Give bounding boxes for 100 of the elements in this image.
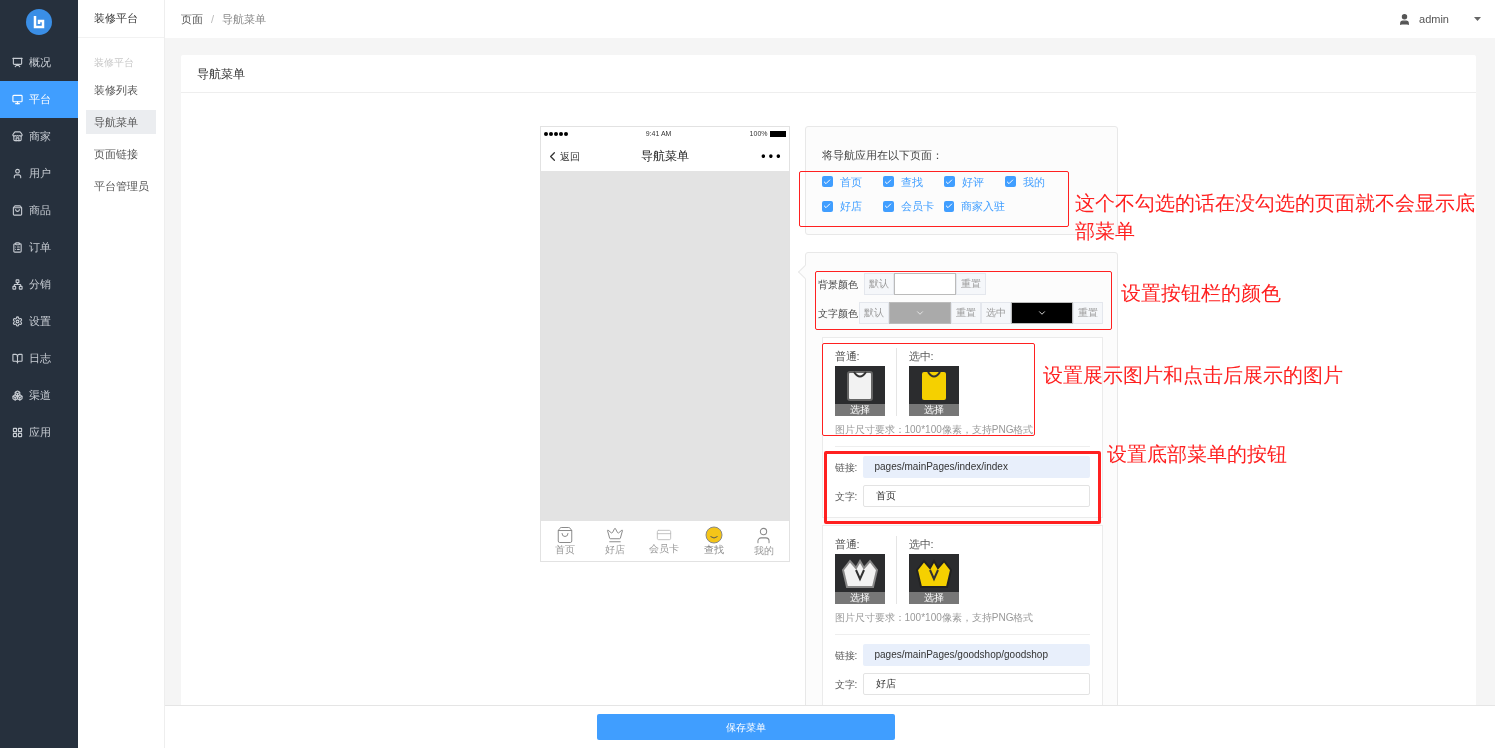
text-field[interactable]: 首页 xyxy=(862,485,1090,507)
user-icon xyxy=(12,168,23,179)
page-checkbox[interactable]: 我的 xyxy=(1004,173,1066,190)
phone-tab[interactable]: 查找 xyxy=(692,526,737,556)
page-checkbox[interactable]: 好评 xyxy=(943,173,1005,190)
page-checkbox[interactable]: 好店 xyxy=(821,198,883,215)
crown-icon xyxy=(605,526,624,544)
checkbox-icon xyxy=(821,200,833,212)
page-checkbox[interactable]: 查找 xyxy=(882,173,944,190)
phone-tab[interactable]: 好店 xyxy=(592,526,637,556)
image-picker[interactable]: 选择 xyxy=(908,554,959,604)
user-name[interactable]: admin xyxy=(1419,10,1449,28)
bag-icon xyxy=(556,526,575,544)
book-icon xyxy=(12,353,23,364)
more-button[interactable]: • • • xyxy=(724,147,785,165)
text-label: 文字: xyxy=(834,677,859,692)
user-icon xyxy=(1398,12,1412,26)
chart-icon xyxy=(12,57,23,68)
selected-label: 选中: xyxy=(908,537,935,552)
checkbox-icon xyxy=(1004,176,1016,188)
sidebar-item[interactable]: 日志 xyxy=(0,340,78,377)
color-label: 文字颜色 xyxy=(816,306,859,321)
checkbox-icon xyxy=(882,200,894,212)
color-swatch[interactable] xyxy=(888,302,951,324)
dropdown-caret-icon[interactable] xyxy=(1474,17,1481,21)
battery-icon xyxy=(769,131,786,137)
sidebar-item[interactable]: 商家 xyxy=(0,118,78,155)
smiley-icon xyxy=(705,526,724,544)
subnav-item[interactable]: 平台管理员 xyxy=(86,174,156,198)
color-swatch[interactable] xyxy=(893,273,956,295)
grid-icon xyxy=(12,427,23,438)
size-hint: 图片尺寸要求：100*100像素，支持PNG格式 xyxy=(834,423,1035,437)
card-icon xyxy=(656,527,673,543)
annotation-note: 设置按钮栏的颜色 xyxy=(1120,281,1282,306)
checkbox-icon xyxy=(882,176,894,188)
image-picker[interactable]: 选择 xyxy=(834,366,885,416)
subnav-item[interactable]: 装修列表 xyxy=(86,78,156,102)
breadcrumb-link[interactable]: 页面 xyxy=(181,10,203,28)
default-addon: 默认 xyxy=(858,302,889,324)
back-link[interactable]: 返回 xyxy=(544,148,605,164)
text-field[interactable]: 好店 xyxy=(862,673,1090,695)
store-icon xyxy=(12,131,23,142)
link-label: 链接: xyxy=(834,648,859,663)
sidebar-item[interactable]: 应用 xyxy=(0,414,78,451)
subnav-item[interactable]: 页面链接 xyxy=(86,142,156,166)
color-swatch[interactable] xyxy=(1010,302,1073,324)
text-label: 文字: xyxy=(834,489,859,504)
image-picker[interactable]: 选择 xyxy=(834,554,885,604)
page-checkbox[interactable]: 会员卡 xyxy=(882,198,944,215)
chevron-icon xyxy=(1036,308,1047,318)
reset-button[interactable]: 重置 xyxy=(955,273,986,295)
signal-icon xyxy=(543,132,568,136)
annotation-note: 设置底部菜单的按钮 xyxy=(1106,442,1288,467)
checkbox-icon xyxy=(943,176,955,188)
sidebar-item[interactable]: 分销 xyxy=(0,266,78,303)
annotation-note: 这个不勾选的话在没勾选的页面就不会显示底部菜单 xyxy=(1074,191,1476,244)
chevron-icon xyxy=(914,308,925,318)
sidebar-item[interactable]: 概况 xyxy=(0,44,78,81)
choose-label[interactable]: 选择 xyxy=(834,404,885,416)
phone-tab[interactable]: 我的 xyxy=(741,525,786,557)
breadcrumb-separator: / xyxy=(211,11,215,27)
sidebar-item[interactable]: 设置 xyxy=(0,303,78,340)
network-icon xyxy=(12,279,23,290)
monitor-icon xyxy=(12,94,23,105)
reset-button[interactable]: 重置 xyxy=(950,302,981,324)
color-label: 背景颜色 xyxy=(816,277,859,292)
reset-button[interactable]: 重置 xyxy=(1072,302,1103,324)
link-label: 链接: xyxy=(834,460,859,475)
selected-label: 选中: xyxy=(908,349,935,364)
sidebar-item[interactable]: 用户 xyxy=(0,155,78,192)
card-title: 导航菜单 xyxy=(181,55,1476,93)
boxes-icon xyxy=(12,390,23,401)
phone-tab[interactable]: 首页 xyxy=(543,526,588,556)
link-field[interactable]: pages/mainPages/goodshop/goodshop xyxy=(862,644,1090,666)
sidebar-item[interactable]: 商品 xyxy=(0,192,78,229)
sidebar-item[interactable]: 渠道 xyxy=(0,377,78,414)
choose-label[interactable]: 选择 xyxy=(908,592,959,604)
sidebar-item[interactable]: 订单 xyxy=(0,229,78,266)
sidebar-item[interactable]: 平台 xyxy=(0,81,78,118)
clipboard-icon xyxy=(12,242,23,253)
settings-icon xyxy=(12,316,23,327)
subnav-item[interactable]: 导航菜单 xyxy=(86,110,156,134)
page-checkbox[interactable]: 首页 xyxy=(821,173,883,190)
save-button[interactable]: 保存菜单 xyxy=(597,714,895,740)
phone-title: 导航菜单 xyxy=(640,148,689,165)
link-field[interactable]: pages/mainPages/index/index xyxy=(862,456,1090,478)
image-picker[interactable]: 选择 xyxy=(908,366,959,416)
checkbox-icon xyxy=(943,200,954,212)
choose-label[interactable]: 选择 xyxy=(834,592,885,604)
choose-label[interactable]: 选择 xyxy=(908,404,959,416)
page-checkbox[interactable]: 商家入驻 xyxy=(943,198,1005,215)
phone-tab[interactable]: 会员卡 xyxy=(642,527,687,555)
bag-icon xyxy=(12,205,23,216)
selected-addon: 选中 xyxy=(980,302,1011,324)
apply-pages-label: 将导航应用在以下页面： xyxy=(821,148,944,163)
annotation-note: 设置展示图片和点击后展示的图片 xyxy=(1042,363,1344,388)
normal-label: 普通: xyxy=(834,537,861,552)
checkbox-icon xyxy=(821,176,833,188)
breadcrumb-link[interactable]: 导航菜单 xyxy=(222,10,267,28)
normal-label: 普通: xyxy=(834,349,861,364)
